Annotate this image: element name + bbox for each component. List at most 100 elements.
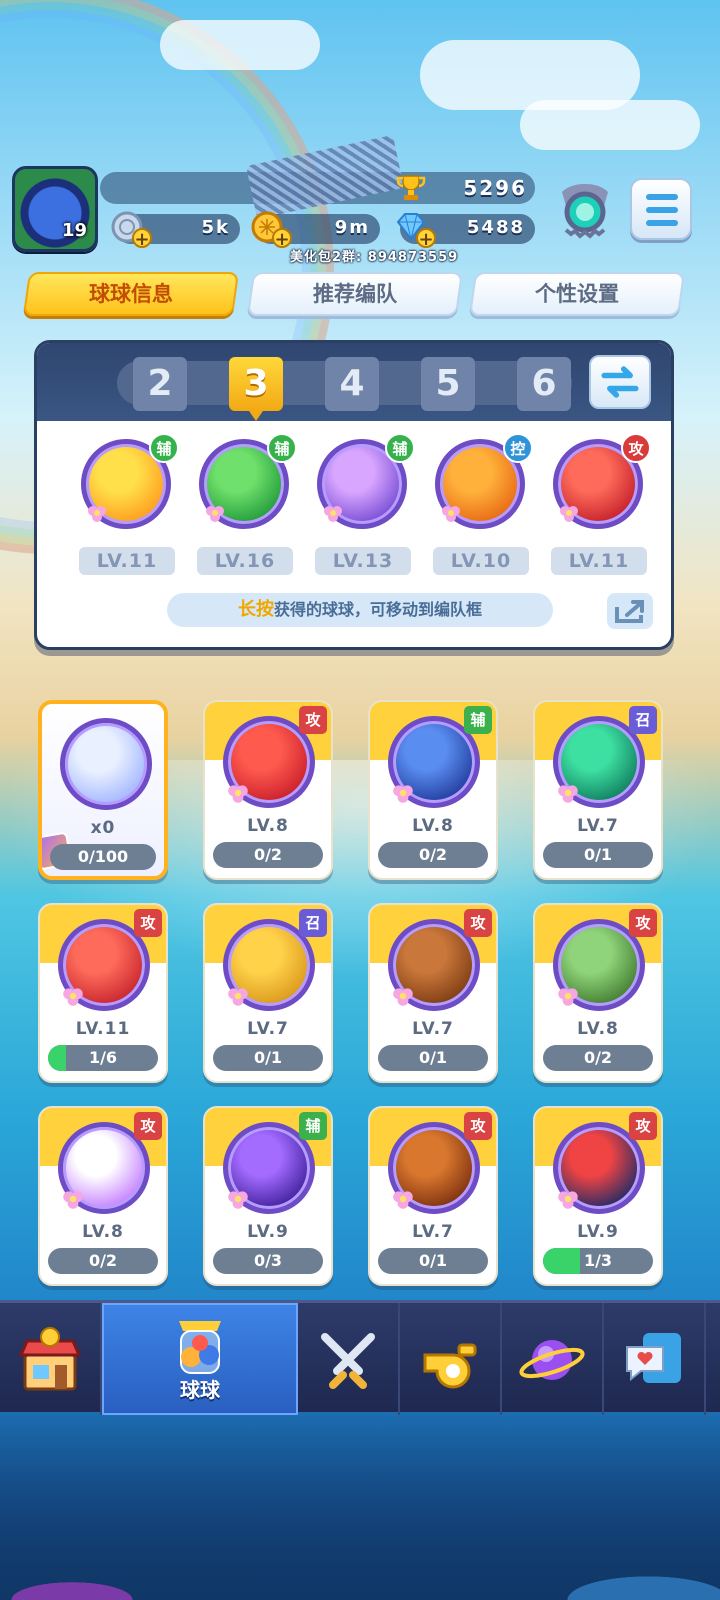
- upgrade-progress-bar: 0/2: [48, 1248, 158, 1274]
- tab-ball-info[interactable]: 球球信息: [22, 272, 240, 316]
- team-slot[interactable]: 辅 LV.11: [75, 433, 179, 575]
- flower-icon: [442, 506, 460, 522]
- team-tab-3[interactable]: 3: [229, 357, 283, 421]
- ball-card[interactable]: 辅 LV.9 0/3: [203, 1106, 333, 1286]
- upgrade-progress-bar: 0/2: [543, 1045, 653, 1071]
- ball-card[interactable]: 攻 LV.11 1/6: [38, 903, 168, 1083]
- progress-text: 0/2: [583, 1048, 613, 1067]
- add-gem-button[interactable]: +: [416, 228, 436, 249]
- nav-balls[interactable]: 球球: [102, 1303, 298, 1415]
- ball-card[interactable]: 攻 LV.9 1/3: [533, 1106, 663, 1286]
- flower-icon: [393, 1191, 413, 1209]
- flower-icon: [63, 1191, 83, 1209]
- role-tag: 攻: [134, 909, 162, 937]
- team-ball-level: LV.16: [197, 547, 293, 575]
- ball-level: LV.11: [75, 1019, 131, 1039]
- planet-icon: [517, 1325, 587, 1395]
- reef-decoration: [0, 1410, 720, 1600]
- ball-card[interactable]: 攻 LV.7 0/1: [368, 903, 498, 1083]
- gold-currency-bar[interactable]: + 9m: [251, 211, 380, 249]
- silver-currency-bar[interactable]: + 5k: [111, 211, 240, 249]
- balls-icon: [165, 1311, 235, 1381]
- player-name-bar: 5296: [100, 134, 535, 220]
- ball-card[interactable]: 辅 LV.8 0/2: [368, 700, 498, 880]
- tab-label: 个性设置: [535, 282, 619, 306]
- ball-card[interactable]: 攻 LV.8 0/2: [203, 700, 333, 880]
- team-tab-5[interactable]: 5: [421, 357, 475, 411]
- role-badge: 辅: [149, 433, 179, 463]
- ball-level: LV.7: [412, 1019, 454, 1039]
- rank-badge-icon[interactable]: [552, 180, 618, 246]
- nav-battle[interactable]: [298, 1303, 400, 1415]
- ball-card[interactable]: 攻 LV.8 0/2: [533, 903, 663, 1083]
- share-button[interactable]: [607, 593, 653, 629]
- gem-currency-bar[interactable]: + 5488: [396, 213, 535, 249]
- chat-heart-icon: [619, 1325, 689, 1395]
- flower-icon: [88, 506, 106, 522]
- ball-level: LV.7: [577, 816, 619, 836]
- progress-text: 0/1: [253, 1048, 283, 1067]
- tab-personal-settings[interactable]: 个性设置: [468, 272, 686, 316]
- trophy-icon: [396, 175, 426, 200]
- menu-button[interactable]: [630, 178, 692, 240]
- team-slot[interactable]: 辅 LV.16: [193, 433, 297, 575]
- team-ball-level: LV.11: [551, 547, 647, 575]
- main-tabs: 球球信息 推荐编队 个性设置: [22, 272, 686, 318]
- tab-recommended-team[interactable]: 推荐编队: [246, 272, 464, 316]
- progress-text: 0/2: [418, 845, 448, 864]
- team-tab-2[interactable]: 2: [133, 357, 187, 411]
- team-tab-6[interactable]: 6: [517, 357, 571, 411]
- cloud-decoration: [160, 20, 320, 70]
- role-badge: 辅: [267, 433, 297, 463]
- progress-text: 0/1: [583, 845, 613, 864]
- group-info-text: 美化包2群: 894873559: [290, 250, 459, 265]
- role-tag: 召: [299, 909, 327, 937]
- add-silver-button[interactable]: +: [132, 228, 152, 249]
- team-slot[interactable]: 攻 LV.11: [547, 433, 651, 575]
- nav-shop[interactable]: [0, 1303, 102, 1415]
- role-badge: 控: [503, 433, 533, 463]
- ball-level: LV.8: [82, 1222, 124, 1242]
- team-slot[interactable]: 控 LV.10: [429, 433, 533, 575]
- ball-card[interactable]: 召 LV.7 0/1: [533, 700, 663, 880]
- nav-coach[interactable]: [400, 1303, 502, 1415]
- menu-line: [646, 207, 678, 213]
- top-bar: 19 5296 + 5k + 9m + 5488 美化包2群: 89487355…: [0, 134, 720, 270]
- silver-amount: 5k: [201, 217, 230, 238]
- ball-card[interactable]: 攻 LV.7 0/1: [368, 1106, 498, 1286]
- flower-icon: [206, 506, 224, 522]
- trophy-count: 5296: [463, 176, 527, 200]
- reroll-ball-card[interactable]: x0 0/100: [38, 700, 168, 880]
- bottom-navigation: 球球: [0, 1300, 720, 1415]
- progress-text: 1/3: [583, 1251, 613, 1270]
- flower-icon: [324, 506, 342, 522]
- nav-social[interactable]: [604, 1303, 706, 1415]
- progress-text: 0/100: [77, 847, 129, 866]
- add-gold-button[interactable]: +: [272, 228, 292, 249]
- progress-text: 0/1: [418, 1251, 448, 1270]
- ball-card[interactable]: 攻 LV.8 0/2: [38, 1106, 168, 1286]
- progress-text: 0/2: [253, 845, 283, 864]
- menu-line: [646, 220, 678, 226]
- role-tag: 攻: [134, 1112, 162, 1140]
- flower-icon: [228, 988, 248, 1006]
- role-badge: 辅: [385, 433, 415, 463]
- progress-text: 0/1: [418, 1048, 448, 1067]
- flower-icon: [228, 1191, 248, 1209]
- nav-planet[interactable]: [502, 1303, 604, 1415]
- nav-label: 球球: [180, 1378, 220, 1402]
- team-slot[interactable]: 辅 LV.13: [311, 433, 415, 575]
- flower-icon: [558, 1191, 578, 1209]
- role-tag: 攻: [629, 909, 657, 937]
- role-tag: 攻: [299, 706, 327, 734]
- team-tab-4[interactable]: 4: [325, 357, 379, 411]
- role-tag: 攻: [629, 1112, 657, 1140]
- reroll-ball-icon: [60, 718, 152, 810]
- progress-text: 1/6: [88, 1048, 118, 1067]
- upgrade-progress-bar: 0/1: [378, 1248, 488, 1274]
- ball-card[interactable]: 召 LV.7 0/1: [203, 903, 333, 1083]
- swap-team-button[interactable]: [589, 355, 651, 409]
- flower-icon: [558, 785, 578, 803]
- progress-text: 0/3: [253, 1251, 283, 1270]
- swords-icon: [313, 1325, 383, 1395]
